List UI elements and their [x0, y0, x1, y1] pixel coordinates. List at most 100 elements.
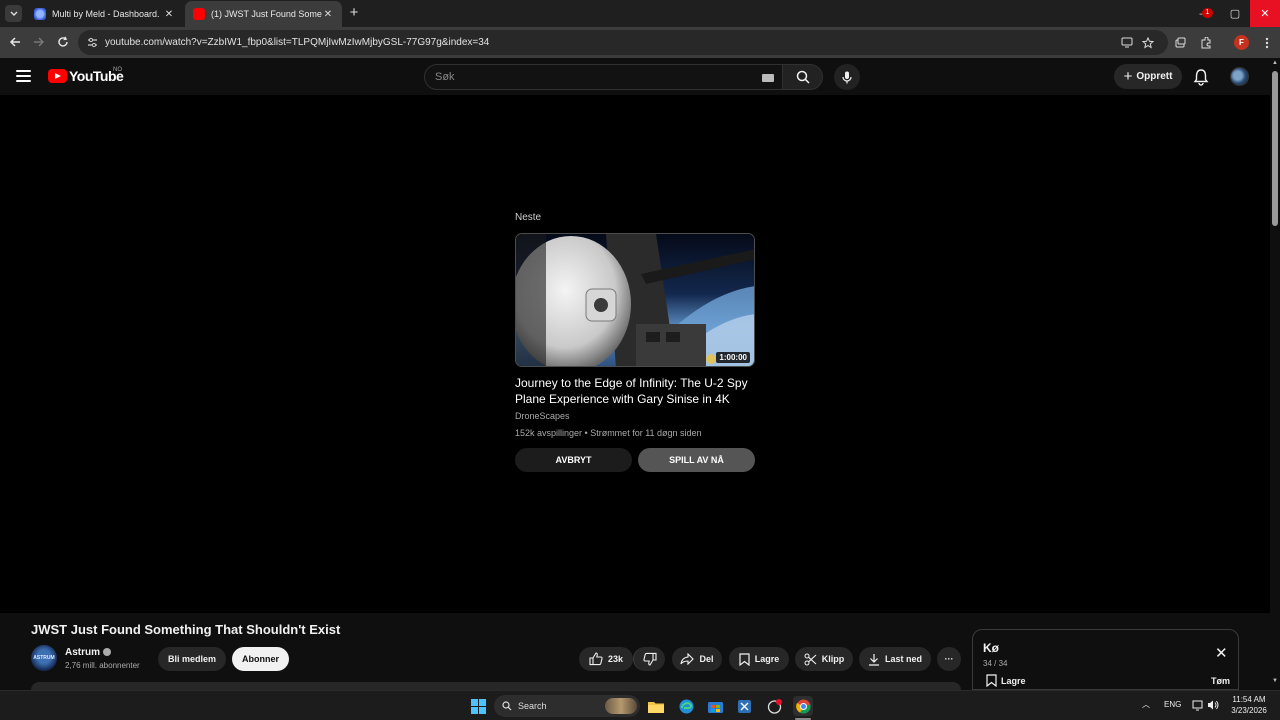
create-button[interactable]: + Opprett — [1114, 64, 1182, 89]
search-icon — [796, 70, 810, 84]
taskbar-search-label: Search — [518, 701, 547, 711]
queue-save-label: Lagre — [1001, 675, 1026, 686]
account-avatar[interactable] — [1230, 67, 1249, 86]
chevron-down-icon — [10, 11, 17, 16]
show-hidden-icons-icon[interactable]: ︿ — [1142, 699, 1150, 710]
arrow-left-icon — [9, 37, 20, 47]
search-input[interactable]: Søk — [424, 64, 783, 90]
join-button[interactable]: Bli medlem — [158, 647, 226, 671]
taskbar-search-box[interactable]: Search — [494, 695, 640, 717]
share-button[interactable]: Del — [672, 647, 722, 671]
tab-close-button[interactable]: ✕ — [322, 9, 334, 20]
download-icon — [868, 653, 879, 666]
url-text[interactable]: youtube.com/watch?v=ZzbIW1_fbp0&list=TLP… — [105, 37, 489, 48]
search-icon — [502, 701, 512, 711]
scroll-down-arrow-icon[interactable]: ▼ — [1272, 678, 1278, 684]
queue-title: Kø — [983, 641, 999, 655]
clip-label: Klipp — [821, 654, 845, 664]
browser-tabstrip: Multi by Meld - Dashboard. ✕ (1) JWST Ju… — [0, 0, 1280, 27]
snipping-tool-icon[interactable] — [734, 696, 754, 716]
search-button[interactable] — [782, 64, 823, 90]
youtube-favicon-icon — [193, 8, 205, 20]
queue-count: 34 / 34 — [983, 659, 1008, 668]
dislike-button[interactable] — [633, 647, 665, 671]
network-icon[interactable] — [1192, 699, 1204, 711]
install-app-icon[interactable] — [1118, 34, 1135, 51]
subscribe-button[interactable]: Abonner — [232, 647, 289, 671]
system-clock[interactable]: 11:54 AM 3/23/2026 — [1228, 694, 1270, 716]
tab-search-button[interactable] — [5, 5, 22, 22]
queue-save-button[interactable]: Lagre — [986, 674, 1026, 687]
maximize-button[interactable]: ▢ — [1220, 0, 1250, 27]
save-button[interactable]: Lagre — [729, 647, 789, 671]
share-label: Del — [699, 654, 714, 664]
reload-button[interactable] — [54, 33, 72, 51]
bookmark-icon — [739, 652, 750, 666]
keyboard-icon[interactable] — [762, 74, 774, 82]
cancel-autoplay-button[interactable]: AVBRYT — [515, 448, 632, 472]
youtube-play-logo-icon — [48, 69, 67, 83]
up-next-channel[interactable]: DroneScapes — [515, 411, 570, 421]
windows-taskbar: Search ︿ ENG 11:54 AM 3/23/2026 — [0, 690, 1280, 720]
store-app-icon[interactable] — [705, 696, 725, 716]
bookmark-star-icon[interactable] — [1139, 34, 1156, 51]
profile-avatar[interactable]: F — [1234, 35, 1249, 50]
region-code: NO — [113, 67, 122, 73]
channel-avatar[interactable]: ASTRUM — [31, 645, 57, 671]
reload-icon — [58, 36, 68, 47]
clock-time: 11:54 AM — [1232, 695, 1266, 704]
like-button[interactable]: 23k — [579, 647, 633, 671]
more-actions-button[interactable]: ··· — [937, 647, 961, 671]
youtube-header: YouTube NO Søk + Opprett — [0, 58, 1270, 95]
clip-button[interactable]: Klipp — [795, 647, 853, 671]
up-next-title[interactable]: Journey to the Edge of Infinity: The U-2… — [515, 375, 765, 407]
window-close-button[interactable]: ✕ — [1250, 0, 1280, 27]
file-explorer-icon[interactable] — [646, 696, 666, 716]
scroll-up-arrow-icon[interactable]: ▲ — [1272, 60, 1278, 66]
search-highlight-image — [605, 698, 637, 714]
extensions-puzzle-icon[interactable] — [1172, 34, 1189, 51]
scissors-icon — [804, 653, 817, 665]
microphone-icon — [842, 71, 852, 83]
up-next-thumbnail[interactable]: 1:00:00 — [515, 233, 755, 367]
voice-search-button[interactable] — [834, 64, 860, 90]
queue-clear-button[interactable]: Tøm — [1211, 676, 1230, 686]
edge-browser-icon[interactable] — [676, 696, 696, 716]
clock-date: 3/23/2026 — [1231, 706, 1267, 715]
subscriber-count: 2,76 mill. abonnenter — [65, 661, 140, 670]
tab-title: (1) JWST Just Found Something That Shoul… — [211, 9, 322, 19]
thumbs-up-icon — [589, 652, 603, 666]
thumbs-down-icon — [642, 652, 657, 666]
cockpit-astronaut-thumbnail-image — [516, 234, 754, 366]
channel-name[interactable]: Astrum — [65, 647, 112, 658]
download-button[interactable]: Last ned — [859, 647, 931, 671]
language-indicator[interactable]: ENG — [1164, 700, 1181, 709]
tab-close-button[interactable]: ✕ — [163, 9, 175, 20]
windows-start-icon[interactable] — [468, 696, 488, 716]
chrome-browser-icon[interactable] — [793, 696, 813, 716]
notifications-bell-icon[interactable] — [1192, 68, 1210, 86]
browser-toolbar: youtube.com/watch?v=ZzbIW1_fbp0&list=TLP… — [0, 27, 1280, 58]
hamburger-menu-icon[interactable] — [16, 70, 31, 82]
forward-button[interactable] — [30, 33, 48, 51]
site-settings-icon[interactable] — [86, 36, 99, 49]
new-tab-button[interactable]: + — [346, 4, 362, 22]
volume-icon[interactable] — [1207, 699, 1219, 711]
arrow-right-icon — [34, 37, 45, 47]
scrollbar-thumb[interactable] — [1272, 71, 1278, 226]
browser-menu-icon[interactable] — [1258, 34, 1275, 51]
extension-icon[interactable] — [1197, 34, 1214, 51]
queue-close-button[interactable]: ✕ — [1215, 646, 1228, 661]
meld-favicon-icon — [34, 8, 46, 20]
description-box[interactable] — [31, 682, 961, 690]
tab-youtube-video[interactable]: (1) JWST Just Found Something That Shoul… — [185, 1, 342, 27]
tab-meld-dashboard[interactable]: Multi by Meld - Dashboard. ✕ — [26, 1, 183, 27]
create-label: Opprett — [1136, 71, 1173, 82]
page-scrollbar[interactable]: ▲ ▼ — [1270, 58, 1280, 690]
back-button[interactable] — [6, 33, 24, 51]
play-now-button[interactable]: SPILL AV NÅ — [638, 448, 755, 472]
download-label: Last ned — [884, 654, 922, 664]
like-count: 23k — [607, 654, 624, 664]
app-with-notification-icon[interactable] — [764, 696, 784, 716]
address-bar[interactable]: youtube.com/watch?v=ZzbIW1_fbp0&list=TLP… — [78, 30, 1168, 55]
